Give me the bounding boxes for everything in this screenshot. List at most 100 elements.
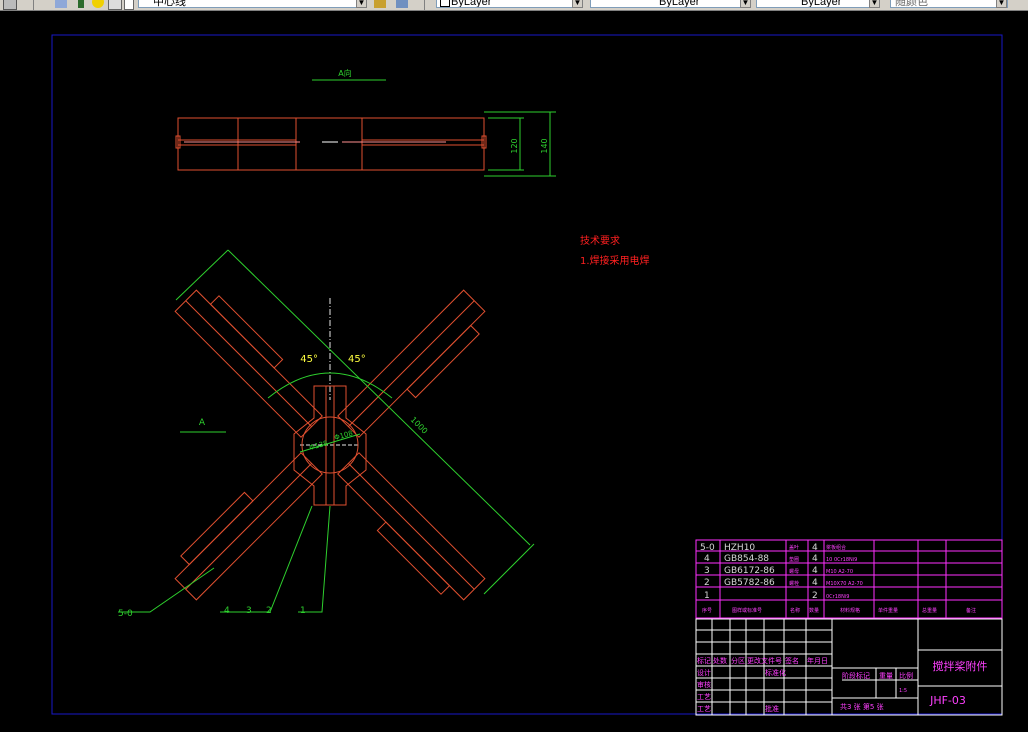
lineweight-dropdown-button[interactable]: ▼ [869, 0, 880, 8]
layer-previous-icon[interactable] [396, 0, 408, 8]
lineweight-combo-value: ByLayer [801, 0, 842, 8]
color-dropdown-button[interactable]: ▼ [572, 0, 583, 8]
svg-text:备注: 备注 [966, 607, 976, 614]
bom-row-material: 桨板组合 [826, 544, 846, 551]
svg-text:年月日: 年月日 [807, 656, 828, 665]
balloon-4: 4 [224, 606, 230, 616]
blade-upper-left [174, 452, 323, 601]
svg-text:单件重量: 单件重量 [878, 607, 898, 614]
bom-row-qty: 4 [812, 578, 818, 588]
bom-row-no: 5-0 [700, 543, 715, 553]
svg-text:分区: 分区 [731, 656, 745, 665]
drawing-canvas[interactable]: A向 120 140 技术要求 1.焊接采用电焊 45° 45° 1000 Φ1… [0, 11, 1028, 727]
color-swatch-icon [440, 0, 450, 7]
color-combo[interactable]: ByLayer [436, 0, 582, 8]
dim-1000: 1000 [409, 415, 430, 436]
balloon-2: 2 [266, 606, 272, 616]
bom-row-material: 10 0Cr18Ni9 [826, 557, 857, 563]
linetype-dropdown-button[interactable]: ▼ [740, 0, 751, 8]
svg-text:签名: 签名 [785, 656, 799, 665]
layer-dropdown-button[interactable]: ▼ [356, 0, 367, 8]
dim-1000-line [227, 249, 531, 546]
dim-dia-right: Φ108 [333, 429, 353, 442]
tech-title: 技术要求 [580, 234, 620, 247]
svg-text:数量: 数量 [809, 607, 819, 614]
bom-row-name: 螺母 [789, 568, 799, 575]
dim-1000-ext [175, 249, 229, 301]
bom-row-material: M10X70 A2-70 [826, 581, 863, 587]
svg-text:更改文件号: 更改文件号 [747, 656, 782, 665]
bom-row-code: GB5782-86 [724, 578, 775, 588]
properties-toolbar: 中心线 ▼ ByLayer ▼ ByLayer ▼ ByLayer ▼ 随颜色 … [0, 0, 1028, 11]
layer-lock-icon[interactable] [108, 0, 122, 10]
svg-text:1:5: 1:5 [899, 688, 907, 694]
a-view-outline [177, 117, 485, 171]
bom-row-name: 盖叶 [789, 544, 799, 551]
layer-state-icon[interactable] [55, 0, 67, 8]
a-view-left-plate [237, 117, 297, 171]
blade-upper-right [337, 452, 486, 601]
svg-text:共3 张 第5 张: 共3 张 第5 张 [840, 702, 884, 711]
make-current-icon[interactable] [374, 0, 386, 8]
bom-row-no: 4 [704, 554, 710, 564]
svg-text:工艺: 工艺 [697, 693, 711, 701]
dim-140: 140 [540, 138, 549, 153]
balloon-1: 1 [300, 606, 306, 616]
bom-header: 序号 图样或标准号 名称 数量 材料规格 单件重量 总重量 备注 [702, 607, 976, 614]
linetype-combo[interactable]: ByLayer [590, 0, 750, 8]
bom-row-no: 3 [704, 566, 710, 576]
bom-row-material: 0Cr18Ni9 [826, 594, 849, 600]
svg-text:审核: 审核 [697, 680, 711, 689]
leader-5-0 [118, 567, 215, 613]
bom-row-name: 垫圈 [789, 556, 799, 563]
plotstyle-dropdown-button[interactable]: ▼ [996, 0, 1007, 8]
bom-row-material: M10 A2-70 [826, 569, 853, 575]
toolbar-separator [424, 0, 425, 10]
bom-row-code: GB6172-86 [724, 566, 775, 576]
dim-1000-ext [483, 543, 535, 595]
layer-freeze-icon[interactable] [92, 0, 104, 8]
bom-rows: 5-0 HZH10 盖叶 4 桨板组合 4 GB854-88 垫圈 4 10 0… [700, 543, 863, 601]
svg-text:重量: 重量 [879, 672, 893, 680]
section-arrow-label: A [199, 418, 206, 428]
dim-120: 120 [510, 138, 519, 153]
svg-text:设计: 设计 [697, 668, 711, 677]
part-name: 搅拌桨附件 [933, 659, 988, 673]
svg-text:处数: 处数 [713, 656, 727, 665]
a-view-label: A向 [338, 68, 351, 78]
bom-row-qty: 4 [812, 543, 818, 553]
bom-row-name: 螺栓 [789, 580, 799, 587]
svg-text:阶段标记: 阶段标记 [842, 671, 870, 680]
color-combo-value: ByLayer [451, 0, 492, 8]
layer-manager-icon[interactable] [3, 0, 17, 10]
balloon-5-0: 5-0 [118, 609, 133, 619]
bom-row-qty: 2 [812, 591, 818, 601]
plotstyle-combo-value: 随颜色 [895, 0, 928, 8]
lineweight-combo[interactable]: ByLayer [756, 0, 880, 8]
svg-text:名称: 名称 [790, 607, 800, 614]
svg-text:序号: 序号 [702, 607, 712, 614]
svg-text:标准化: 标准化 [765, 668, 786, 677]
leader-4-3-2 [220, 505, 313, 613]
svg-text:比例: 比例 [899, 671, 913, 680]
bom-row-code: GB854-88 [724, 554, 769, 564]
linetype-combo-value: ByLayer [659, 0, 700, 8]
svg-text:材料规格: 材料规格 [840, 607, 860, 614]
title-block-labels: 标记 处数 分区 更改文件号 签名 年月日 设计 标准化 审核 工艺 工艺 批准… [697, 656, 913, 713]
layer-combo-value: 中心线 [153, 0, 186, 8]
layer-on-icon[interactable] [78, 0, 84, 8]
bom-row-qty: 4 [812, 554, 818, 564]
balloon-3: 3 [246, 606, 252, 616]
plan-view [118, 249, 535, 613]
bom-row-no: 2 [704, 578, 710, 588]
tech-item-1: 1.焊接采用电焊 [580, 254, 650, 267]
a-view [175, 117, 487, 171]
plotstyle-combo[interactable]: 随颜色 [890, 0, 1008, 8]
leader-1 [298, 505, 331, 613]
drawing-number: JHF-03 [929, 694, 966, 707]
layer-combo[interactable]: 中心线 [138, 0, 366, 8]
a-view-right-plate [361, 117, 485, 171]
toolbar-separator [33, 0, 34, 10]
svg-text:图样或标准号: 图样或标准号 [732, 607, 762, 614]
angle-left: 45° [300, 354, 318, 365]
